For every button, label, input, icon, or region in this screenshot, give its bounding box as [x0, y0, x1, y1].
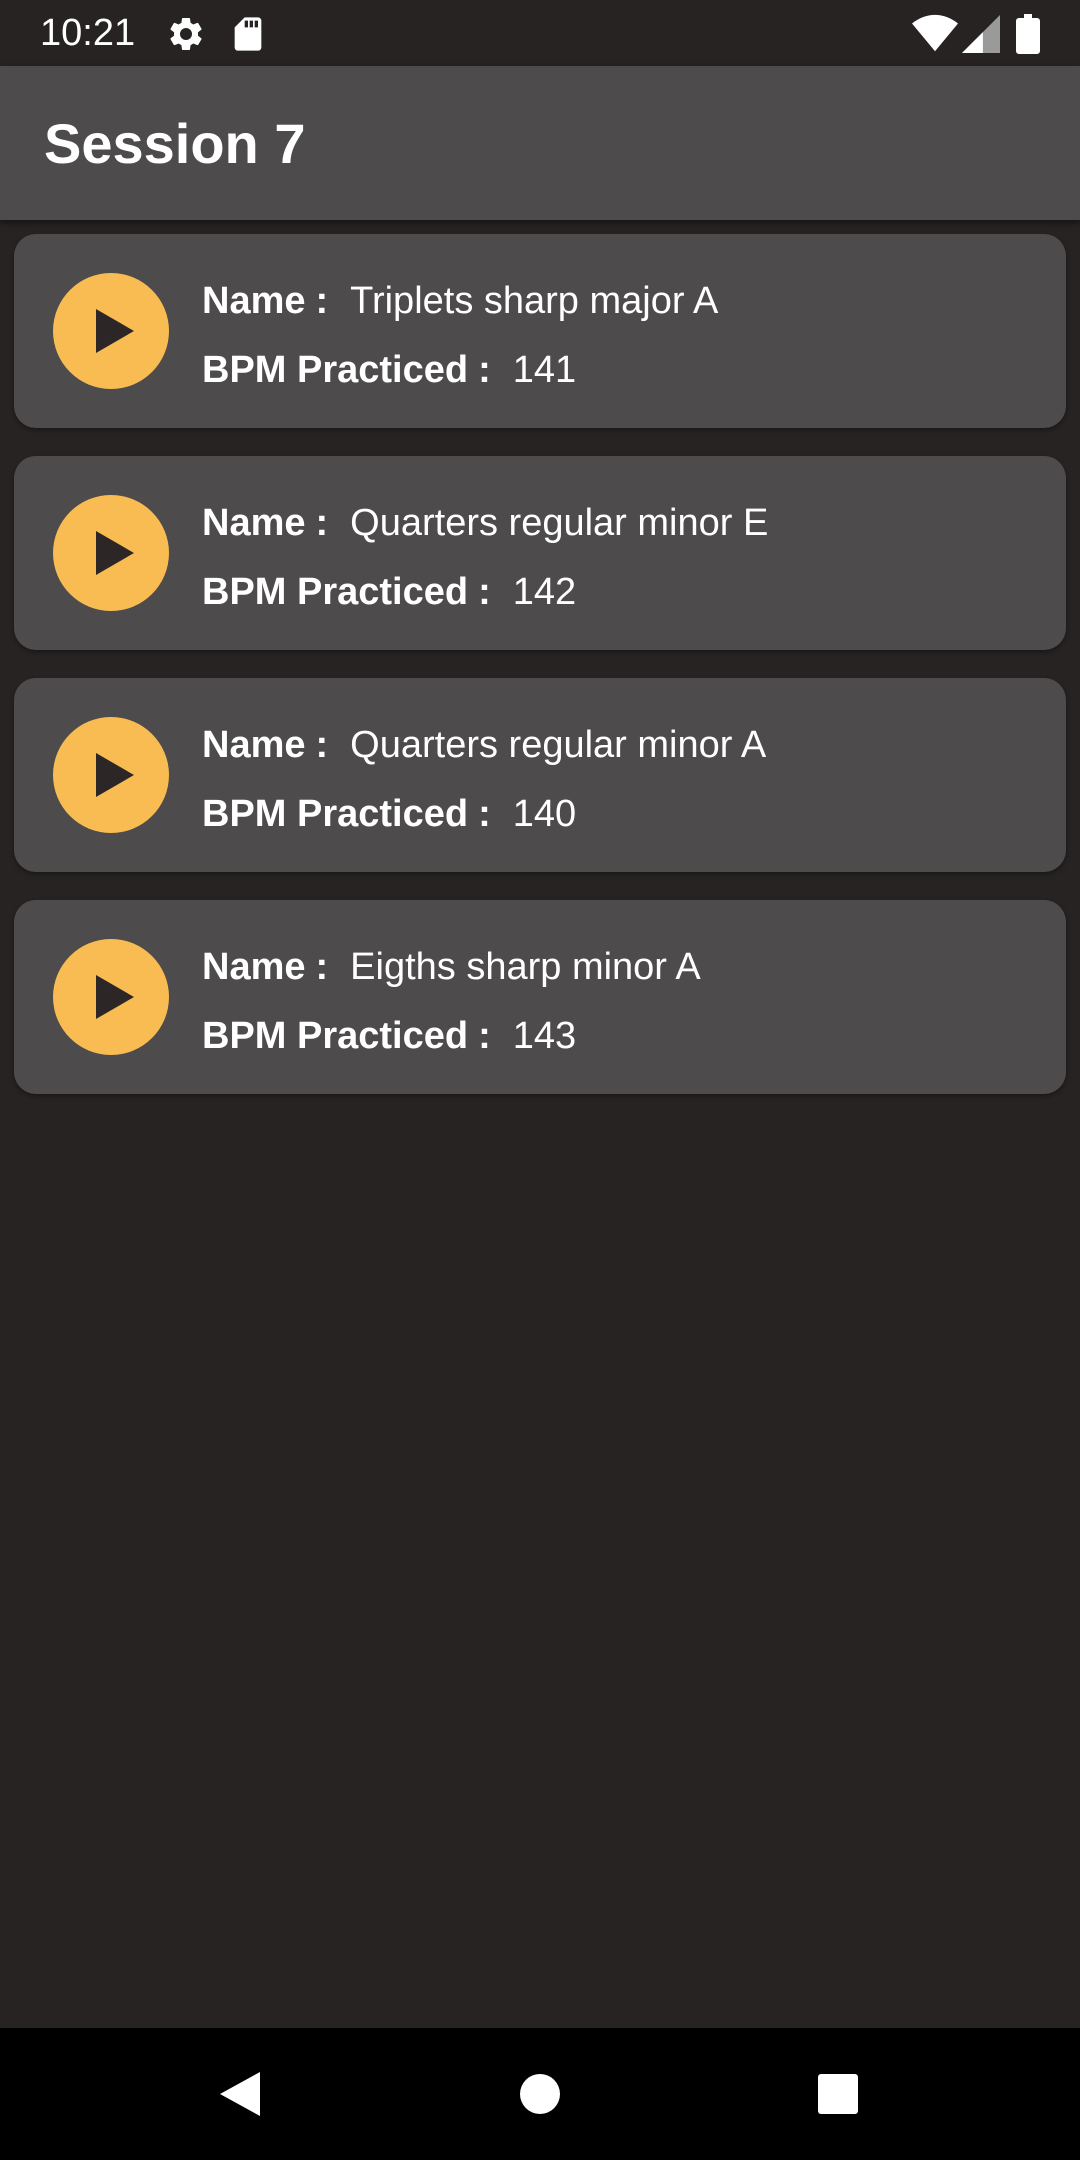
sd-card-icon	[228, 14, 268, 54]
bpm-label: BPM Practiced	[202, 571, 469, 613]
item-name-value: Quarters regular minor A	[350, 724, 767, 766]
item-name-value: Triplets sharp major A	[350, 280, 719, 322]
bpm-separator: :	[478, 1015, 491, 1057]
item-bpm-value: 140	[512, 793, 577, 835]
cell-signal-icon	[962, 14, 1000, 54]
session-list: Name: Triplets sharp major A BPM Practice…	[14, 234, 1066, 1122]
play-button[interactable]	[53, 495, 169, 611]
back-icon	[220, 2072, 260, 2116]
bpm-separator: :	[478, 571, 491, 613]
item-name-value: Quarters regular minor E	[350, 502, 769, 544]
item-bpm-row: BPM Practiced:142	[202, 569, 576, 615]
name-label: Name	[202, 280, 306, 322]
item-name-row: Name: Quarters regular minor E	[202, 500, 768, 546]
play-button[interactable]	[53, 717, 169, 833]
item-name-row: Name: Eigths sharp minor A	[202, 944, 701, 990]
play-icon	[96, 753, 134, 797]
item-bpm-row: BPM Practiced:143	[202, 1013, 576, 1059]
item-bpm-row: BPM Practiced:141	[202, 347, 576, 393]
item-name-value: Eigths sharp minor A	[350, 946, 701, 988]
name-separator: :	[315, 502, 329, 544]
recents-icon	[818, 2074, 858, 2114]
bpm-separator: :	[478, 349, 491, 391]
bpm-label: BPM Practiced	[202, 1015, 469, 1057]
status-bar: 10:21	[0, 0, 1080, 66]
home-icon	[520, 2074, 560, 2114]
name-label: Name	[202, 724, 306, 766]
item-bpm-value: 141	[512, 349, 577, 391]
play-button[interactable]	[53, 939, 169, 1055]
list-item[interactable]: Name: Quarters regular minor A BPM Practi…	[14, 678, 1066, 872]
name-separator: :	[315, 280, 329, 322]
name-label: Name	[202, 946, 306, 988]
list-item[interactable]: Name: Eigths sharp minor A BPM Practiced:…	[14, 900, 1066, 1094]
play-button[interactable]	[53, 273, 169, 389]
bpm-label: BPM Practiced	[202, 793, 469, 835]
list-item[interactable]: Name: Triplets sharp major A BPM Practice…	[14, 234, 1066, 428]
back-button[interactable]	[200, 2054, 280, 2134]
play-icon	[96, 975, 134, 1019]
battery-icon	[1016, 14, 1040, 54]
play-icon	[96, 309, 134, 353]
bpm-separator: :	[478, 793, 491, 835]
home-button[interactable]	[500, 2054, 580, 2134]
item-bpm-value: 143	[512, 1015, 577, 1057]
name-separator: :	[315, 724, 329, 766]
system-nav-bar	[0, 2028, 1080, 2160]
list-item[interactable]: Name: Quarters regular minor E BPM Practi…	[14, 456, 1066, 650]
item-name-row: Name: Triplets sharp major A	[202, 278, 718, 324]
bpm-label: BPM Practiced	[202, 349, 469, 391]
item-bpm-value: 142	[512, 571, 577, 613]
wifi-icon	[912, 14, 958, 54]
recents-button[interactable]	[798, 2054, 878, 2134]
status-time: 10:21	[40, 12, 136, 54]
gear-icon	[166, 14, 206, 54]
app-bar: Session 7	[0, 66, 1080, 220]
name-separator: :	[315, 946, 329, 988]
page-title: Session 7	[44, 112, 306, 175]
name-label: Name	[202, 502, 306, 544]
item-bpm-row: BPM Practiced:140	[202, 791, 576, 837]
item-name-row: Name: Quarters regular minor A	[202, 722, 766, 768]
play-icon	[96, 531, 134, 575]
